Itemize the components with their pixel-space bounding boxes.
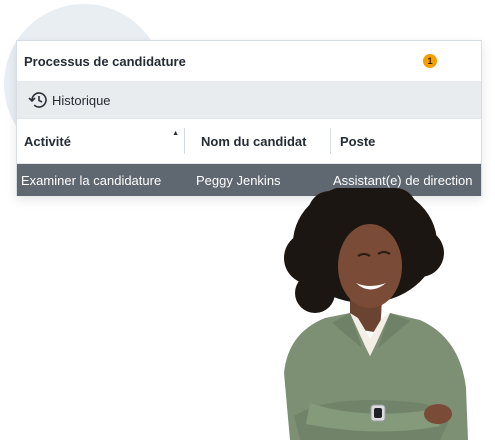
- cell-position: Assistant(e) de direction: [333, 172, 473, 188]
- cell-activity: Examiner la candidature: [21, 172, 162, 188]
- panel-header: Processus de candidature 1: [17, 41, 481, 82]
- table-header: Activité ▲ Nom du candidat Poste: [17, 119, 481, 164]
- toolbar: Historique: [17, 82, 481, 119]
- column-header-label: Nom du candidat: [201, 133, 307, 149]
- column-header-label: Poste: [340, 133, 376, 149]
- woman-photo: [284, 188, 468, 440]
- panel-title: Processus de candidature: [24, 53, 186, 69]
- sort-icon: ▲: [172, 130, 179, 137]
- column-header-candidate-name[interactable]: Nom du candidat: [185, 128, 331, 154]
- cell-candidate-name: Peggy Jenkins: [196, 172, 281, 188]
- column-header-activity[interactable]: Activité ▲: [17, 128, 185, 154]
- column-header-position[interactable]: Poste: [331, 128, 375, 154]
- history-icon: [28, 92, 47, 108]
- history-button[interactable]: Historique: [27, 90, 111, 110]
- notification-badge[interactable]: 1: [423, 54, 437, 68]
- history-label: Historique: [52, 92, 111, 108]
- column-header-label: Activité: [24, 133, 71, 149]
- application-process-panel: Processus de candidature 1 Historique Ac…: [16, 40, 482, 196]
